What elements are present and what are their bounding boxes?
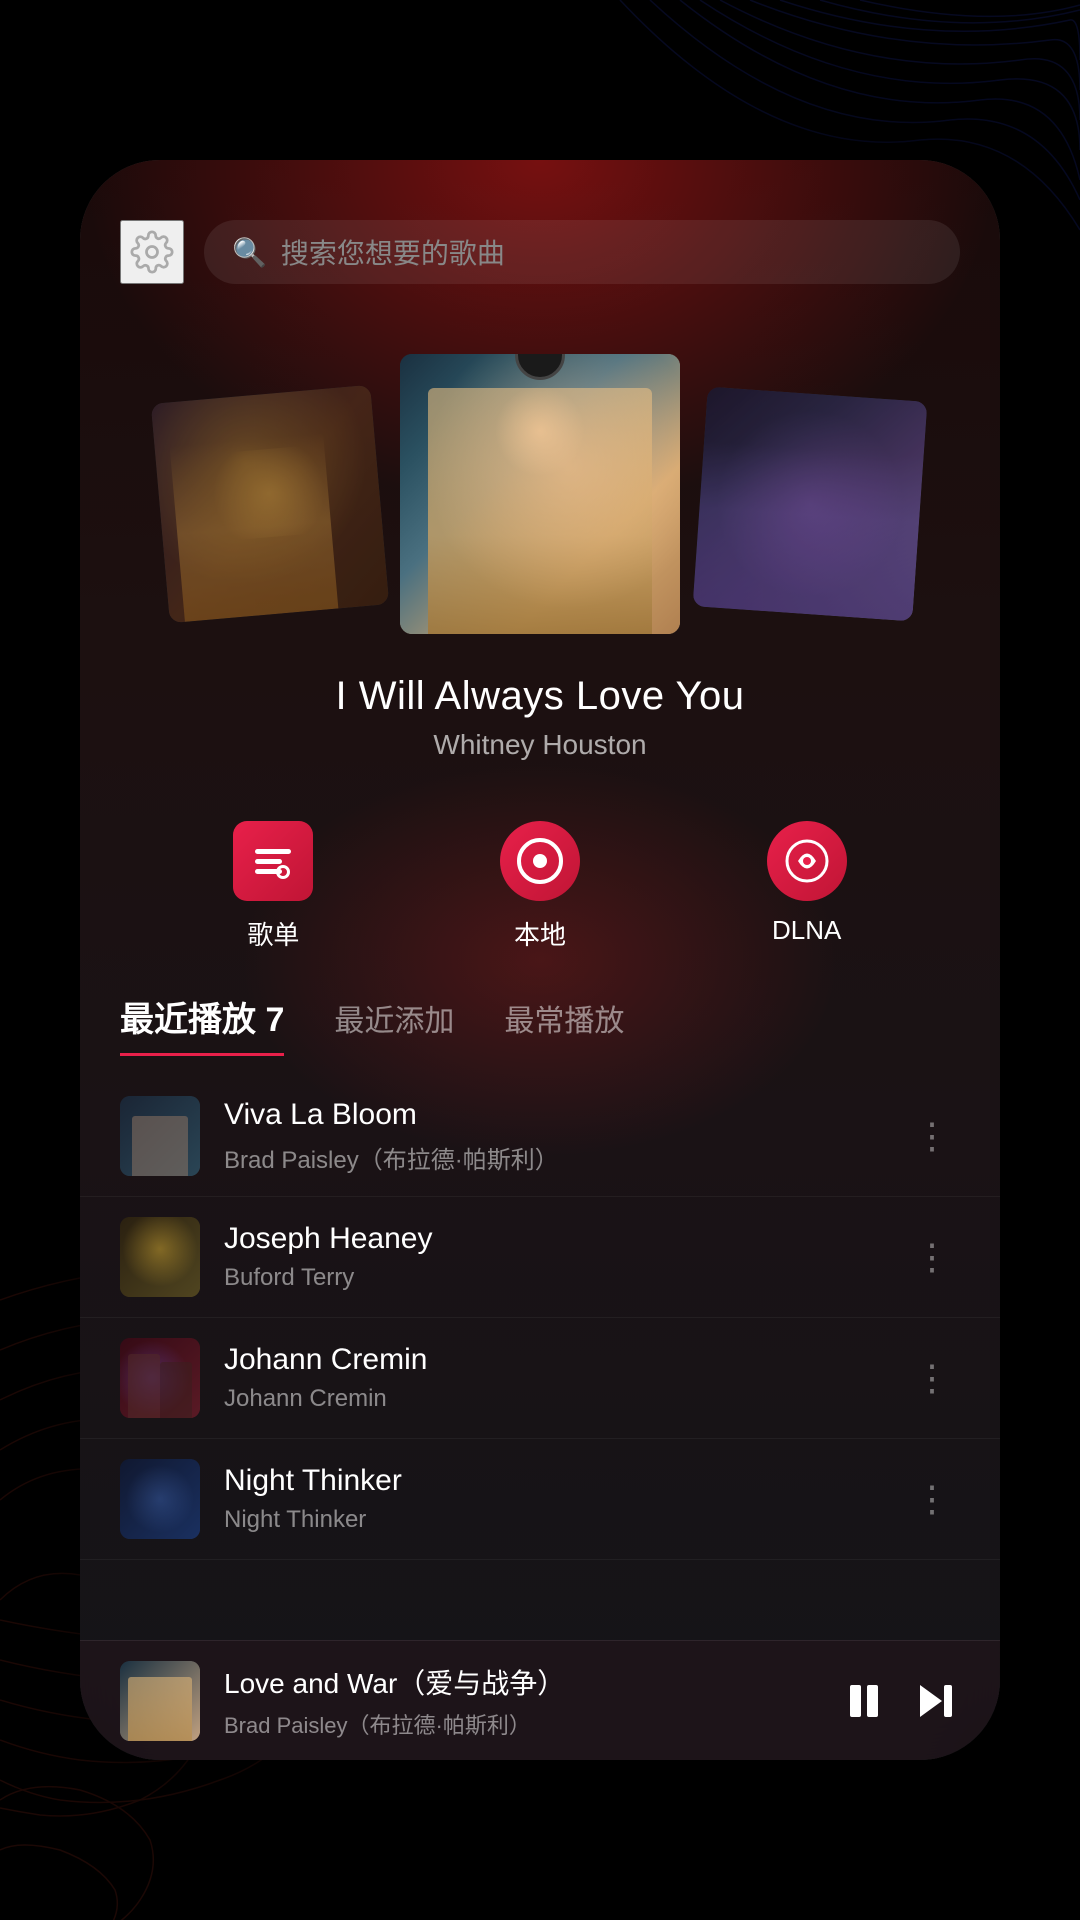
playback-controls [840,1677,960,1725]
album-carousel [80,314,1000,654]
nav-icons-section: 歌单 本地 DLNA [80,791,1000,992]
song-artist-2: Buford Terry [224,1264,880,1292]
song-thumbnail-3 [120,1338,200,1418]
tab-recent[interactable]: 最近播放 7 [120,992,284,1056]
pause-button[interactable] [840,1677,888,1725]
nav-item-dlna[interactable]: DLNA [767,821,847,952]
list-item[interactable]: Johann Cremin Johann Cremin ⋮ [80,1318,1000,1439]
dlna-icon [784,838,830,884]
gear-icon [130,230,174,274]
tabs-row: 最近播放 7 最近添加 最常播放 [120,992,960,1056]
search-bar[interactable]: 🔍 搜索您想要的歌曲 [204,220,960,284]
list-item[interactable]: Viva La Bloom Brad Paisley（布拉德·帕斯利） ⋮ [80,1076,1000,1197]
song-thumbnail-4 [120,1459,200,1539]
nav-label-playlist: 歌单 [247,915,299,952]
search-icon: 🔍 [232,236,267,269]
song-info-3: Johann Cremin Johann Cremin [224,1343,880,1413]
album-card-left[interactable] [151,385,389,623]
song-list: Viva La Bloom Brad Paisley（布拉德·帕斯利） ⋮ Jo… [80,1076,1000,1560]
album-card-right[interactable] [693,387,928,622]
now-playing-bar: Love and War（爱与战争） Brad Paisley（布拉德·帕斯利） [80,1640,1000,1760]
list-item[interactable]: Joseph Heaney Buford Terry ⋮ [80,1197,1000,1318]
album-card-center[interactable] [400,354,680,634]
header: 🔍 搜索您想要的歌曲 [80,160,1000,314]
next-icon [912,1677,960,1725]
phone-inner: 🔍 搜索您想要的歌曲 [80,160,1000,1760]
song-thumbnail-1 [120,1096,200,1176]
tab-most-played[interactable]: 最常播放 [504,996,624,1052]
song-title-2: Joseph Heaney [224,1222,880,1256]
playlist-icon-button[interactable] [233,821,313,901]
more-button-1[interactable]: ⋮ [904,1105,960,1167]
phone-frame: 🔍 搜索您想要的歌曲 [80,160,1000,1760]
current-song-title: I Will Always Love You [120,674,960,719]
song-title-4: Night Thinker [224,1464,880,1498]
nav-item-local[interactable]: 本地 [500,821,580,952]
local-icon-button[interactable] [500,821,580,901]
more-button-2[interactable]: ⋮ [904,1226,960,1288]
bar-song-artist: Brad Paisley（布拉德·帕斯利） [224,1708,816,1740]
search-placeholder: 搜索您想要的歌曲 [281,232,505,272]
more-button-3[interactable]: ⋮ [904,1347,960,1409]
pause-icon [840,1677,888,1725]
bar-album-thumb [120,1661,200,1741]
nav-label-local: 本地 [514,915,566,952]
song-thumbnail-2 [120,1217,200,1297]
song-artist-3: Johann Cremin [224,1385,880,1413]
tabs-section: 最近播放 7 最近添加 最常播放 [80,992,1000,1056]
song-artist-1: Brad Paisley（布拉德·帕斯利） [224,1140,880,1175]
settings-button[interactable] [120,220,184,284]
nav-item-playlist[interactable]: 歌单 [233,821,313,952]
song-artist-4: Night Thinker [224,1506,880,1534]
song-info-2: Joseph Heaney Buford Terry [224,1222,880,1292]
current-song-artist: Whitney Houston [120,729,960,761]
nav-label-dlna: DLNA [772,915,841,946]
song-title-1: Viva La Bloom [224,1098,880,1132]
song-info-4: Night Thinker Night Thinker [224,1464,880,1534]
dlna-icon-button[interactable] [767,821,847,901]
now-playing-info: I Will Always Love You Whitney Houston [80,654,1000,791]
song-info-1: Viva La Bloom Brad Paisley（布拉德·帕斯利） [224,1098,880,1175]
tab-recent-added[interactable]: 最近添加 [334,996,454,1052]
song-title-3: Johann Cremin [224,1343,880,1377]
more-button-4[interactable]: ⋮ [904,1468,960,1530]
bar-song-title: Love and War（爱与战争） [224,1662,816,1702]
bar-song-info: Love and War（爱与战争） Brad Paisley（布拉德·帕斯利） [224,1662,816,1740]
next-button[interactable] [912,1677,960,1725]
list-item[interactable]: Night Thinker Night Thinker ⋮ [80,1439,1000,1560]
